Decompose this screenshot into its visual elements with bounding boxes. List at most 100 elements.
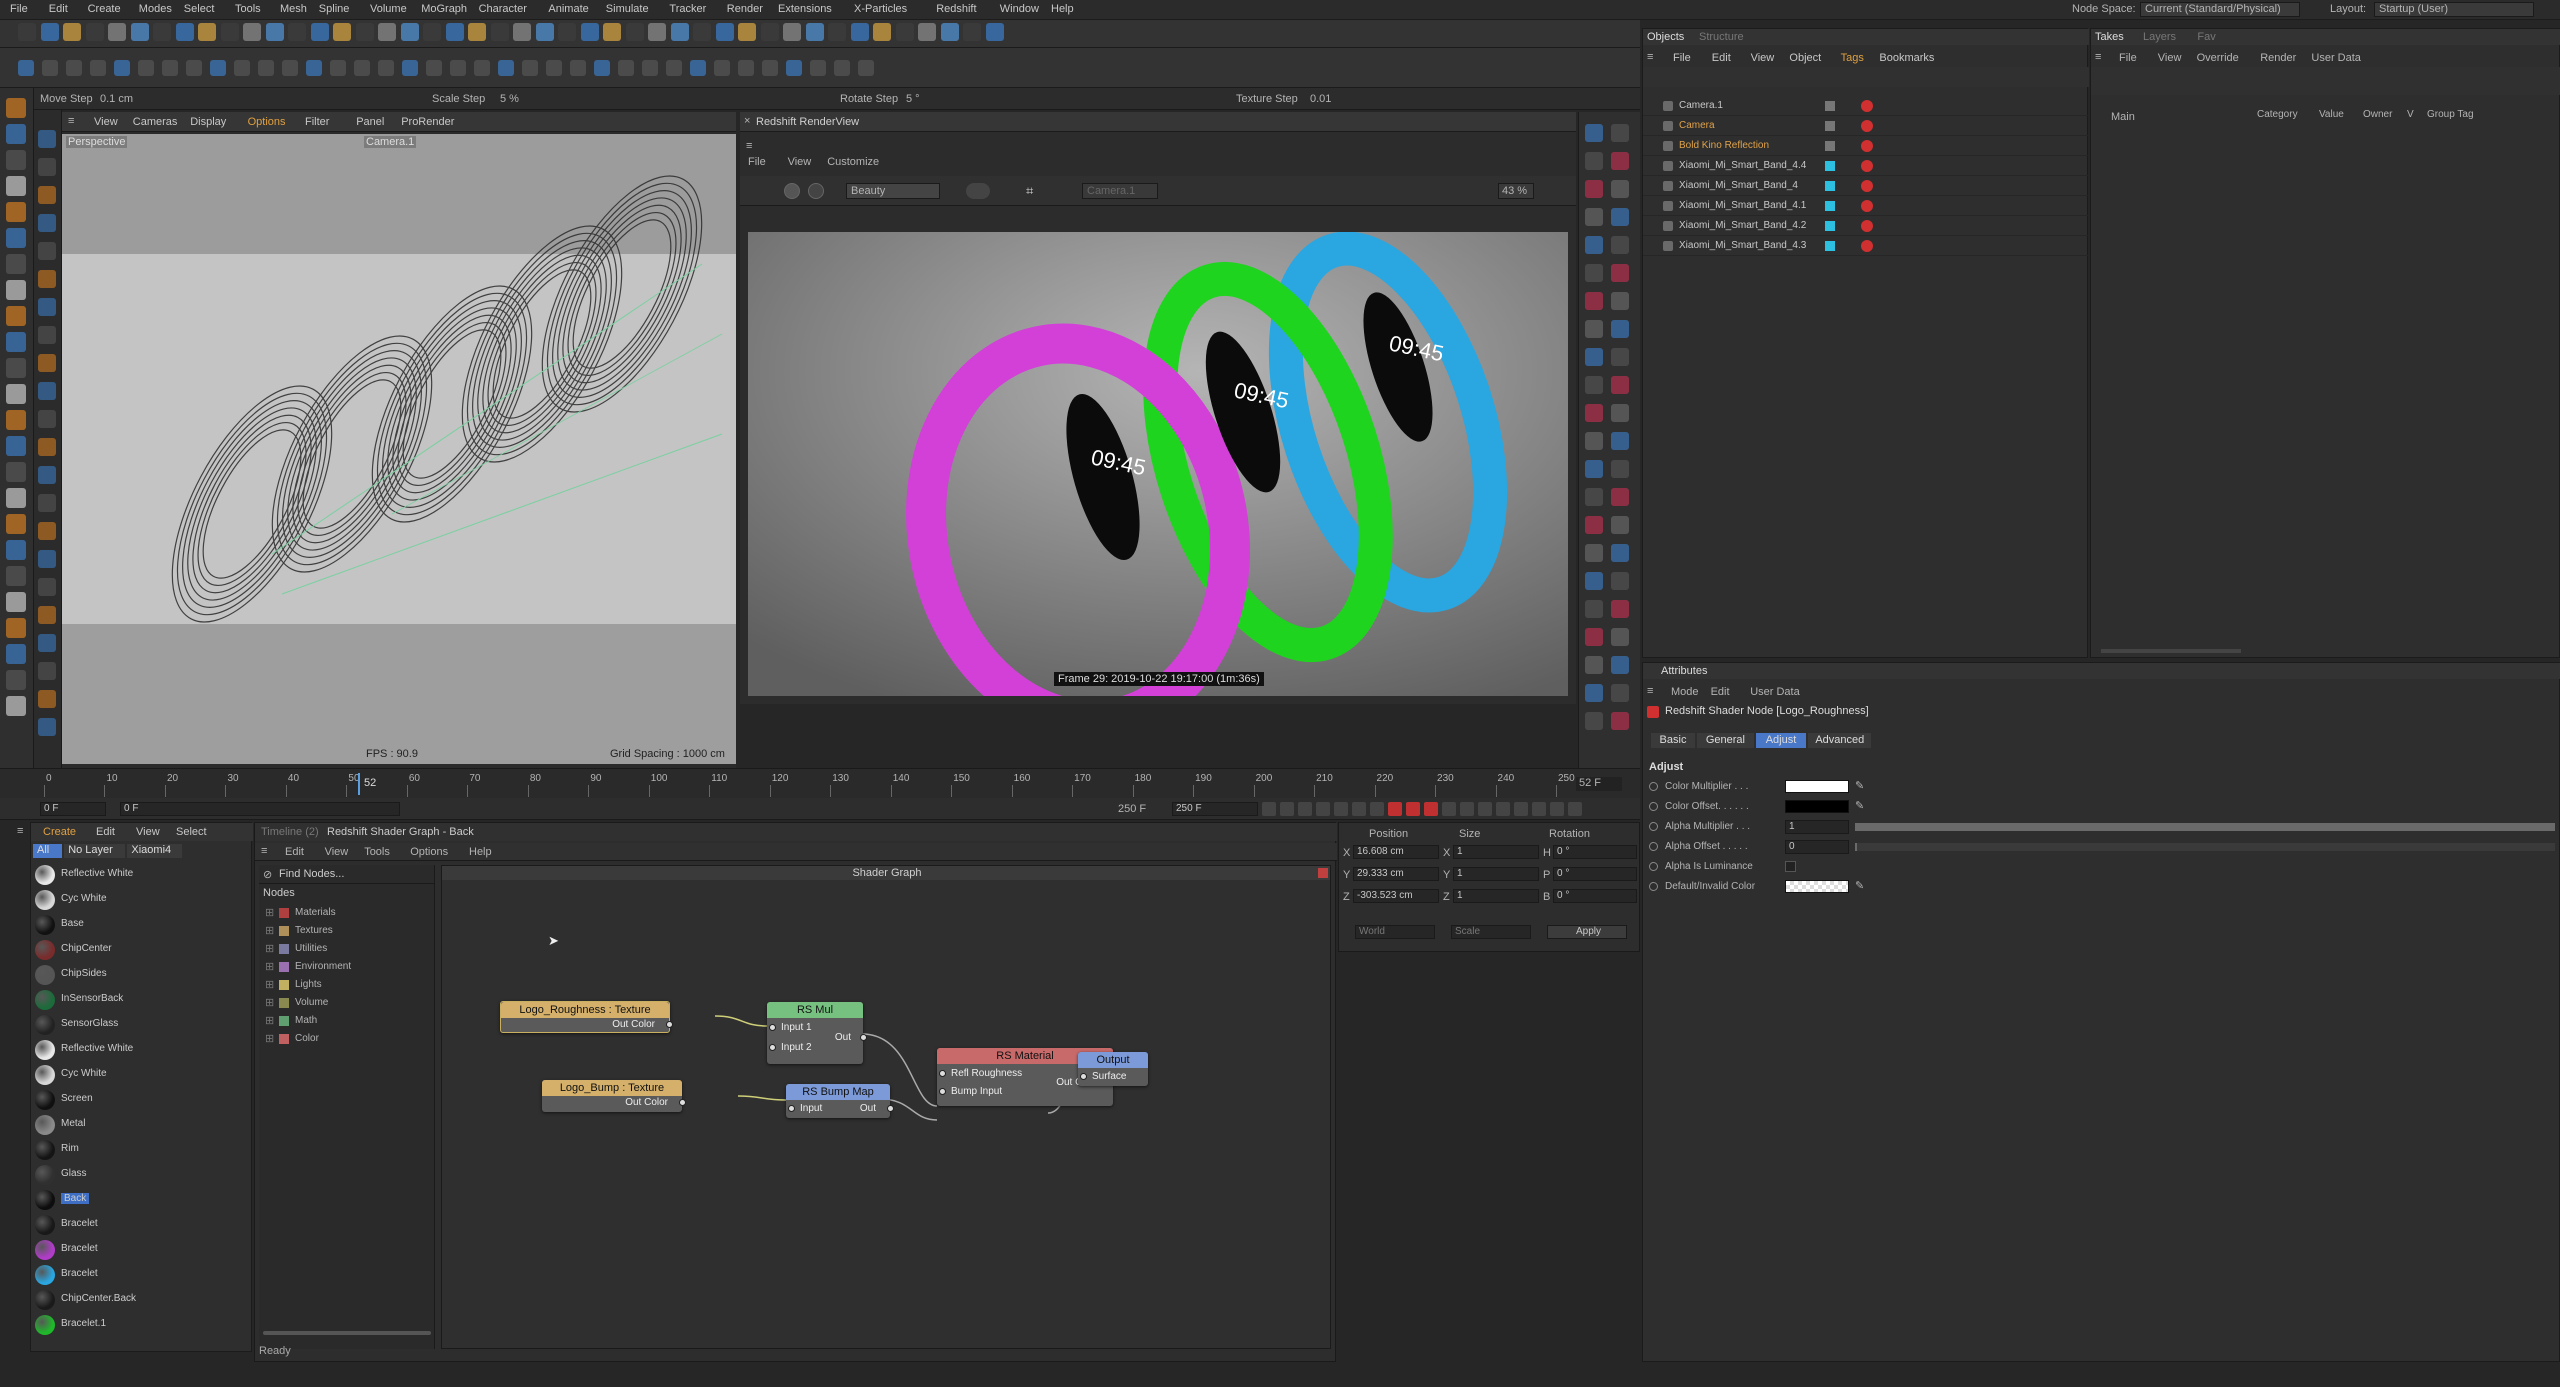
snap-tool-icon[interactable] bbox=[38, 326, 56, 344]
object-menu-object[interactable]: Object bbox=[1789, 52, 1821, 64]
snap-tool-icon[interactable] bbox=[38, 662, 56, 680]
color-swatch[interactable] bbox=[1785, 800, 1849, 813]
toolbar-tool-icon[interactable] bbox=[63, 23, 81, 41]
material-menu-edit[interactable]: Edit bbox=[96, 826, 115, 838]
render-tool-icon[interactable] bbox=[1585, 516, 1603, 534]
takes-menu-file[interactable]: File bbox=[2119, 52, 2137, 64]
material-item[interactable]: Glass bbox=[31, 1163, 253, 1187]
material-item[interactable]: ChipSides bbox=[31, 963, 253, 987]
snap-tool-icon[interactable] bbox=[38, 186, 56, 204]
material-item[interactable]: InSensorBack bbox=[31, 988, 253, 1012]
toolbar-tool-icon[interactable] bbox=[535, 23, 554, 41]
render-tool-icon[interactable] bbox=[1611, 152, 1629, 170]
object-row[interactable]: Bold Kino Reflection bbox=[1643, 137, 2089, 156]
shader-menu-options[interactable]: Options bbox=[410, 846, 448, 858]
object-row[interactable]: Xiaomi_Mi_Smart_Band_4.4 bbox=[1643, 157, 2089, 176]
material-item[interactable]: Metal bbox=[31, 1113, 253, 1137]
render-tool-icon[interactable] bbox=[1611, 376, 1629, 394]
toolbar-tool-icon[interactable] bbox=[714, 60, 730, 76]
animation-dot-icon[interactable] bbox=[1649, 842, 1658, 851]
render-tool-icon[interactable] bbox=[1585, 348, 1603, 366]
menu-volume[interactable]: Volume bbox=[370, 3, 407, 15]
toolbar-tool-icon[interactable] bbox=[378, 23, 396, 41]
toolbar-tool-icon[interactable] bbox=[258, 60, 274, 76]
toolbar-tool-icon[interactable] bbox=[474, 60, 490, 76]
snap-tool-icon[interactable] bbox=[38, 718, 56, 736]
render-tool-icon[interactable] bbox=[1611, 600, 1629, 618]
toolbar-tool-icon[interactable] bbox=[18, 23, 36, 41]
left-tool-icon[interactable] bbox=[6, 436, 26, 456]
attribute-slider[interactable] bbox=[1855, 843, 2555, 851]
render-tool-icon[interactable] bbox=[1585, 600, 1603, 618]
size-field[interactable]: 1 bbox=[1453, 867, 1539, 881]
transport-icon[interactable] bbox=[1424, 802, 1438, 816]
node-browser-scrollbar[interactable] bbox=[263, 1331, 431, 1335]
toolbar-tool-icon[interactable] bbox=[895, 23, 914, 41]
takes-menu-render[interactable]: Render bbox=[2260, 52, 2296, 64]
transport-icon[interactable] bbox=[1532, 802, 1546, 816]
render-tool-icon[interactable] bbox=[1585, 208, 1603, 226]
tab-layers[interactable]: Layers bbox=[2143, 31, 2176, 43]
toolbar-tool-icon[interactable] bbox=[666, 60, 682, 76]
material-item[interactable]: Base bbox=[31, 913, 253, 937]
toolbar-tool-icon[interactable] bbox=[114, 60, 130, 76]
snap-tool-icon[interactable] bbox=[38, 690, 56, 708]
left-tool-icon[interactable] bbox=[6, 280, 26, 300]
material-item[interactable]: Cyc White bbox=[31, 888, 253, 912]
toolbar-tool-icon[interactable] bbox=[198, 23, 216, 41]
toolbar-tool-icon[interactable] bbox=[85, 23, 104, 41]
toolbar-tool-icon[interactable] bbox=[445, 23, 464, 41]
toolbar-tool-icon[interactable] bbox=[330, 60, 346, 76]
takes-menu-view[interactable]: View bbox=[2158, 52, 2182, 64]
expand-icon[interactable]: ⊞ bbox=[265, 1032, 274, 1045]
node-category[interactable]: ⊞ Utilities bbox=[259, 941, 435, 957]
toolbar-tool-icon[interactable] bbox=[760, 23, 779, 41]
material-item[interactable]: SensorGlass bbox=[31, 1013, 253, 1037]
menu-tracker[interactable]: Tracker bbox=[669, 3, 706, 15]
left-tool-icon[interactable] bbox=[6, 540, 26, 560]
snap-tool-icon[interactable] bbox=[38, 354, 56, 372]
toolbar-tool-icon[interactable] bbox=[873, 23, 891, 41]
render-tool-icon[interactable] bbox=[1585, 684, 1603, 702]
rotation-field[interactable]: 0 ° bbox=[1553, 889, 1637, 903]
snap-tool-icon[interactable] bbox=[38, 606, 56, 624]
render-tool-icon[interactable] bbox=[1611, 180, 1629, 198]
menu-character[interactable]: Character bbox=[479, 3, 527, 15]
toolbar-tool-icon[interactable] bbox=[234, 60, 250, 76]
apply-button[interactable]: Apply bbox=[1547, 925, 1627, 939]
object-row[interactable]: Xiaomi_Mi_Smart_Band_4.2 bbox=[1643, 217, 2089, 236]
toolbar-tool-icon[interactable] bbox=[450, 60, 466, 76]
shader-menu-help[interactable]: Help bbox=[469, 846, 492, 858]
viewport-menu-view[interactable]: View bbox=[94, 116, 118, 128]
toolbar-tool-icon[interactable] bbox=[90, 60, 106, 76]
toolbar-tool-icon[interactable] bbox=[18, 60, 34, 76]
toolbar-tool-icon[interactable] bbox=[282, 60, 298, 76]
current-frame-field[interactable]: 52 F bbox=[1576, 777, 1622, 791]
layer-color-icon[interactable] bbox=[1825, 121, 1835, 131]
toolbar-tool-icon[interactable] bbox=[354, 60, 370, 76]
render-tool-icon[interactable] bbox=[1611, 404, 1629, 422]
material-item[interactable]: Reflective White bbox=[31, 863, 253, 887]
left-tool-icon[interactable] bbox=[6, 618, 26, 638]
object-row[interactable]: Xiaomi_Mi_Smart_Band_4.3 bbox=[1643, 237, 2089, 256]
render-tool-icon[interactable] bbox=[1611, 488, 1629, 506]
toolbar-tool-icon[interactable] bbox=[220, 23, 239, 41]
timeline-ruler[interactable]: 0 10 20 30 40 50 60 70 80 90 100 110 120 130 140 150 160… bbox=[0, 768, 1640, 798]
object-menu-file[interactable]: File bbox=[1673, 52, 1691, 64]
transport-icon[interactable] bbox=[1568, 802, 1582, 816]
tab-attributes[interactable]: Attributes bbox=[1661, 665, 1707, 677]
left-tool-icon[interactable] bbox=[6, 566, 26, 586]
transport-icon[interactable] bbox=[1514, 802, 1528, 816]
size-field[interactable]: 1 bbox=[1453, 845, 1539, 859]
material-menu-select[interactable]: Select bbox=[176, 826, 207, 838]
render-tool-icon[interactable] bbox=[1611, 432, 1629, 450]
tab-timeline[interactable]: Timeline (2) bbox=[261, 826, 319, 838]
render-tool-icon[interactable] bbox=[1585, 320, 1603, 338]
transport-icon[interactable] bbox=[1550, 802, 1564, 816]
rotation-field[interactable]: 0 ° bbox=[1553, 845, 1637, 859]
transport-icon[interactable] bbox=[1298, 802, 1312, 816]
rotate-step-value[interactable]: 5 ° bbox=[906, 93, 920, 105]
texture-step-value[interactable]: 0.01 bbox=[1310, 93, 1331, 105]
viewport-menu-filter[interactable]: Filter bbox=[305, 116, 329, 128]
attribute-checkbox[interactable] bbox=[1785, 861, 1796, 872]
